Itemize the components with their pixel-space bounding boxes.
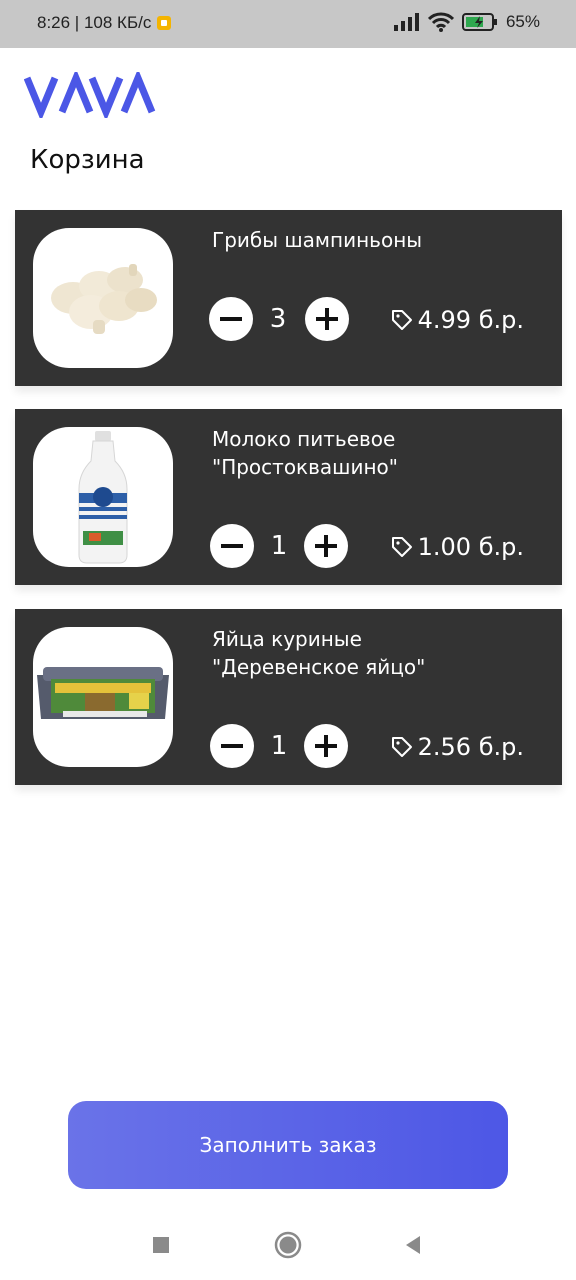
plus-icon [315,735,337,757]
recents-icon [153,1237,169,1253]
price-tag-icon [391,310,412,330]
price-tag-icon [391,537,412,557]
minus-icon [221,544,243,548]
decrease-quantity-button[interactable] [210,724,254,768]
product-image-mushrooms [33,228,173,368]
navigation-bar [0,1208,576,1280]
back-icon [406,1236,420,1254]
mushrooms-image [51,264,157,334]
milk-bottle-image [78,431,128,564]
notification-icon [157,16,172,30]
back-button[interactable] [398,1230,428,1260]
status-time-speed: 8:26 | 108 КБ/с [37,13,152,32]
product-name: Яйца куриные "Деревенское яйцо" [212,627,426,679]
price: 2.56 б.р. [390,733,524,761]
increase-quantity-button[interactable] [305,297,349,341]
price: 4.99 б.р. [390,306,524,334]
quantity-value: 1 [270,731,288,761]
status-left: 8:26 | 108 КБ/с [37,13,172,33]
quantity-value: 1 [270,531,288,561]
battery-icon [461,13,497,31]
increase-quantity-button[interactable] [304,724,348,768]
status-right: 65% [393,12,540,32]
price-value: 4.99 б.р. [417,306,524,334]
plus-icon [315,535,337,557]
cart-item: Яйца куриные "Деревенское яйцо" 1 2.56 б… [15,609,562,785]
price: 1.00 б.р. [390,533,524,561]
quantity-value: 3 [269,304,287,334]
increase-quantity-button[interactable] [304,524,348,568]
home-icon [274,1231,302,1259]
recents-button[interactable] [146,1230,176,1260]
product-name: Грибы шампиньоны [212,228,423,252]
signal-icon [393,13,419,31]
plus-icon [316,308,338,330]
wifi-icon [427,12,454,32]
minus-icon [221,744,243,748]
price-tag-icon [391,737,412,757]
fill-order-button[interactable]: Заполнить заказ [68,1101,508,1189]
battery-level: 65% [505,12,540,31]
cart-item: Молоко питьевое "Простоквашино" 1 1.00 б… [15,409,562,585]
price-value: 1.00 б.р. [417,533,524,561]
product-image-milk [33,427,173,567]
cart-item: Грибы шампиньоны 3 4.99 б.р. [15,210,562,386]
decrease-quantity-button[interactable] [209,297,253,341]
status-bar: 8:26 | 108 КБ/с 65% [0,0,576,48]
minus-icon [220,317,242,321]
home-button[interactable] [273,1230,303,1260]
decrease-quantity-button[interactable] [210,524,254,568]
product-image-eggs [33,627,173,767]
price-value: 2.56 б.р. [417,733,524,761]
product-name: Молоко питьевое "Простоквашино" [212,427,398,479]
page-title: Корзина [30,145,145,175]
egg-carton-image [37,667,169,719]
vaav-logo [24,72,156,118]
